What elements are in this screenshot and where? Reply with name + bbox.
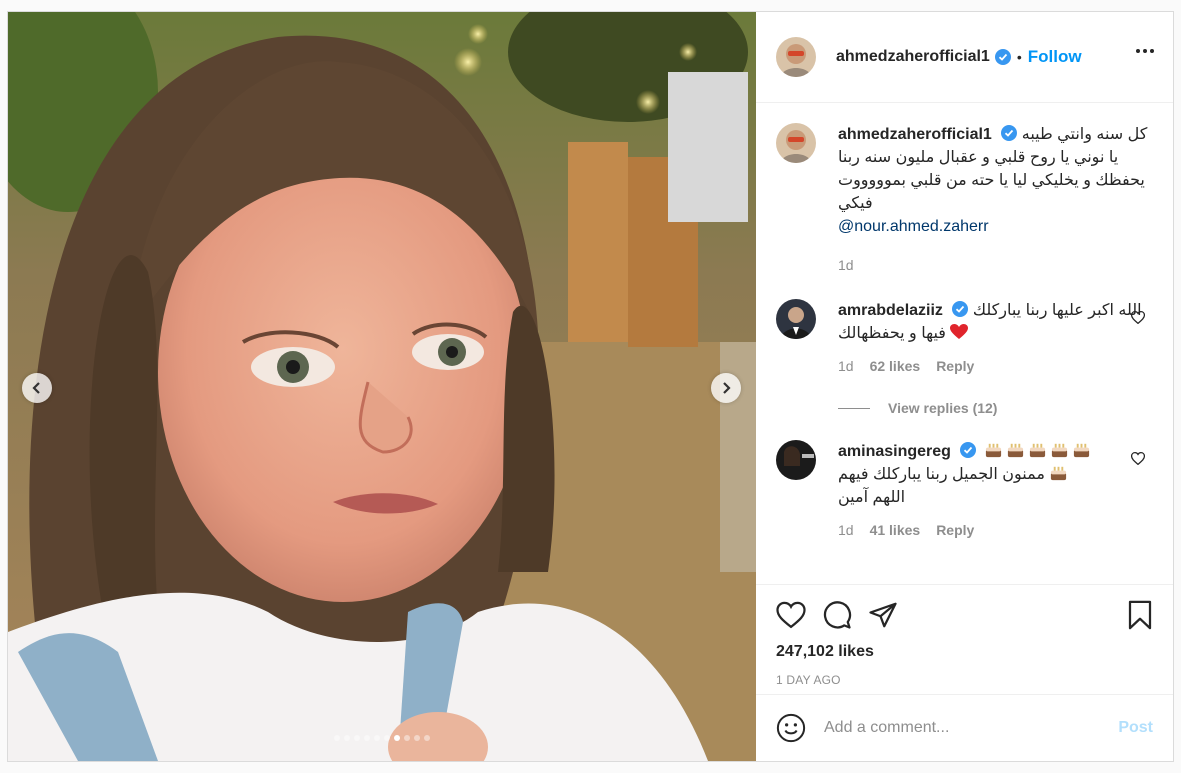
chevron-right-icon — [723, 382, 731, 394]
birthday-cake-emoji-icon — [1051, 466, 1067, 481]
carousel-dot — [414, 735, 420, 741]
add-comment-input[interactable] — [824, 719, 1119, 737]
post-comment-button[interactable]: Post — [1118, 719, 1153, 737]
birthday-cake-emoji-group — [981, 443, 1091, 460]
comment-button[interactable] — [822, 600, 852, 630]
child-photo — [8, 12, 756, 761]
share-button[interactable] — [868, 600, 898, 630]
comment-likes-count[interactable]: 41 likes — [870, 519, 921, 542]
replies-divider — [838, 407, 870, 409]
instagram-post: ahmedzaherofficial1 • Follow ahmedzahero… — [7, 11, 1174, 762]
post-date: 1 DAY AGO — [776, 673, 841, 687]
commenter-avatar-image — [776, 440, 816, 480]
commenter-avatar[interactable] — [776, 440, 816, 480]
author-avatar[interactable] — [776, 37, 816, 77]
comment-age: 1d — [838, 522, 854, 538]
heart-icon — [776, 601, 806, 629]
carousel-dot — [334, 735, 340, 741]
comment-item: amrabdelaziiz الله اكبر عليها ربنا يبارك… — [776, 299, 1153, 378]
caption-username[interactable]: ahmedzaherofficial1 — [838, 126, 992, 143]
post-likes-count[interactable]: 247,102 likes — [776, 643, 1153, 661]
author-avatar-image — [776, 37, 816, 77]
birthday-cake-emoji-icon — [1028, 443, 1047, 460]
verified-badge-icon — [952, 301, 969, 317]
paper-plane-icon — [869, 602, 897, 628]
post-side-panel: ahmedzaherofficial1 • Follow ahmedzahero… — [756, 12, 1173, 761]
carousel-indicator — [8, 735, 756, 741]
red-heart-emoji-icon — [950, 324, 969, 339]
commenter-avatar-image — [776, 299, 816, 339]
comment-item: aminasingereg ممنون الجميل ربنا يباركلك … — [776, 440, 1153, 542]
caption-age: 1d — [838, 257, 854, 273]
author-avatar-image — [776, 123, 816, 163]
commenter-avatar[interactable] — [776, 299, 816, 339]
more-options-icon[interactable] — [1135, 48, 1155, 54]
follow-button[interactable]: Follow — [1028, 47, 1082, 67]
carousel-dot — [394, 735, 400, 741]
like-comment-heart-icon[interactable] — [1131, 311, 1145, 324]
commenter-username[interactable]: aminasingereg — [838, 443, 951, 460]
verified-badge-icon — [960, 442, 977, 458]
caption: ahmedzaherofficial1 كل سنه وانتي طيبه يا… — [776, 123, 1153, 277]
bookmark-icon — [1128, 600, 1152, 630]
comment-reply-button[interactable]: Reply — [936, 519, 974, 542]
caption-avatar[interactable] — [776, 123, 816, 163]
birthday-cake-emoji-icon — [1050, 443, 1069, 460]
carousel-dot — [354, 735, 360, 741]
view-replies-label: View replies (12) — [888, 400, 998, 416]
comment-age: 1d — [838, 358, 854, 374]
comment-likes-count[interactable]: 62 likes — [870, 355, 921, 378]
header-separator: • — [1016, 49, 1022, 65]
comment-bubble-icon — [823, 601, 852, 629]
view-replies-button[interactable]: View replies (12) — [838, 400, 1153, 416]
commenter-username[interactable]: amrabdelaziiz — [838, 302, 943, 319]
save-button[interactable] — [1127, 600, 1153, 630]
next-photo-button[interactable] — [711, 373, 741, 403]
comment-text: ممنون الجميل ربنا يباركلك فيهم — [838, 466, 1045, 483]
comment-reply-button[interactable]: Reply — [936, 355, 974, 378]
add-comment-bar: Post — [756, 694, 1173, 761]
carousel-dot — [384, 735, 390, 741]
comment-text-line2: اللهم آمين — [838, 489, 906, 506]
comments-list: ahmedzaherofficial1 كل سنه وانتي طيبه يا… — [756, 103, 1173, 584]
post-photo[interactable] — [8, 12, 756, 761]
like-comment-heart-icon[interactable] — [1131, 452, 1145, 465]
post-header: ahmedzaherofficial1 • Follow — [756, 12, 1173, 103]
birthday-cake-emoji-icon — [1006, 443, 1025, 460]
carousel-dot — [344, 735, 350, 741]
carousel-dot — [374, 735, 380, 741]
carousel-dot — [424, 735, 430, 741]
verified-badge-icon — [994, 49, 1011, 65]
carousel-dot — [364, 735, 370, 741]
birthday-cake-emoji-icon — [984, 443, 1003, 460]
emoji-smiley-icon[interactable] — [776, 713, 806, 743]
chevron-left-icon — [32, 382, 40, 394]
caption-mention-link[interactable]: @nour.ahmed.zaherr — [838, 218, 989, 235]
like-button[interactable] — [776, 601, 806, 629]
previous-photo-button[interactable] — [22, 373, 52, 403]
author-username[interactable]: ahmedzaherofficial1 — [836, 48, 990, 66]
carousel-dot — [404, 735, 410, 741]
post-actions: 247,102 likes 1 DAY AGO — [756, 584, 1173, 694]
verified-badge-icon — [1001, 125, 1018, 141]
birthday-cake-emoji-icon — [1072, 443, 1091, 460]
